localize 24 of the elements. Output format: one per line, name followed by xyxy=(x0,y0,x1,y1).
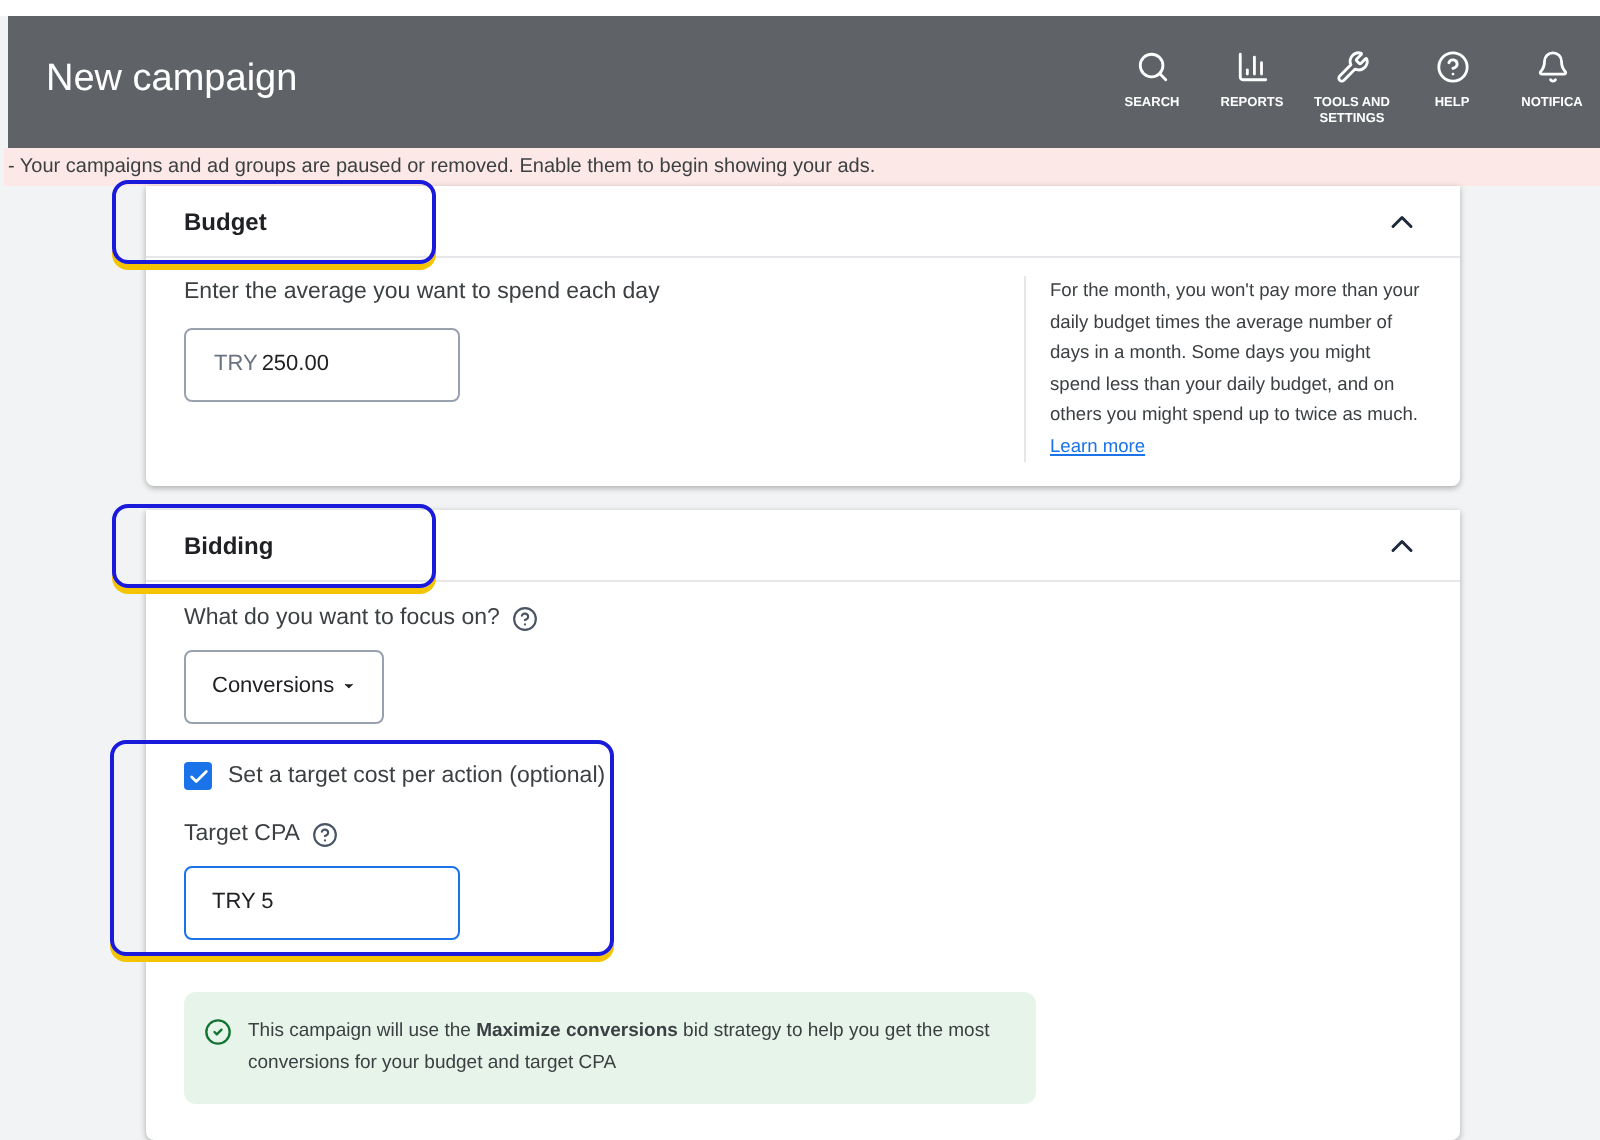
search-icon xyxy=(1135,50,1169,85)
warning-banner: - Your campaigns and ad groups are paused or removed. Enable them to begin showing your ads. xyxy=(4,147,1600,187)
help-text: For the month, you won't pay more than your daily budget times the average number of days in a month. Some days you might spend less than your daily budget, and on others you might spend up to twice as much. Learn more xyxy=(1050,278,1422,460)
check-icon xyxy=(187,765,209,788)
learn-more-link[interactable]: Learn more xyxy=(1050,435,1146,456)
info-text: This campaign will use the Maximize conversions bid strategy to help you get the most conversions for your budget and target CPA xyxy=(248,1018,992,1078)
checkbox-label: Set a target cost per action (optional) xyxy=(228,761,606,791)
field-label: What do you want to focus on? xyxy=(184,604,500,635)
help-icon xyxy=(1435,50,1469,85)
section-title: Bidding xyxy=(184,529,274,564)
focus-dropdown[interactable]: Conversions xyxy=(184,649,384,723)
page-title: New campaign xyxy=(46,56,300,105)
help-icon[interactable] xyxy=(311,821,338,848)
check-circle-icon xyxy=(204,1018,232,1046)
target-cpa-field[interactable]: TRY 5 xyxy=(184,866,460,940)
bell-icon xyxy=(1535,50,1569,85)
chart-icon xyxy=(1235,50,1269,85)
wrench-icon xyxy=(1335,50,1369,85)
field-label: Target CPA xyxy=(184,819,300,850)
budget-field[interactable]: TRY 250.00 xyxy=(184,327,460,401)
section-title: Budget xyxy=(184,205,267,240)
checkbox[interactable] xyxy=(184,762,212,791)
help-icon[interactable] xyxy=(511,606,538,633)
field-label: Enter the average you want to spend each day xyxy=(184,278,660,309)
